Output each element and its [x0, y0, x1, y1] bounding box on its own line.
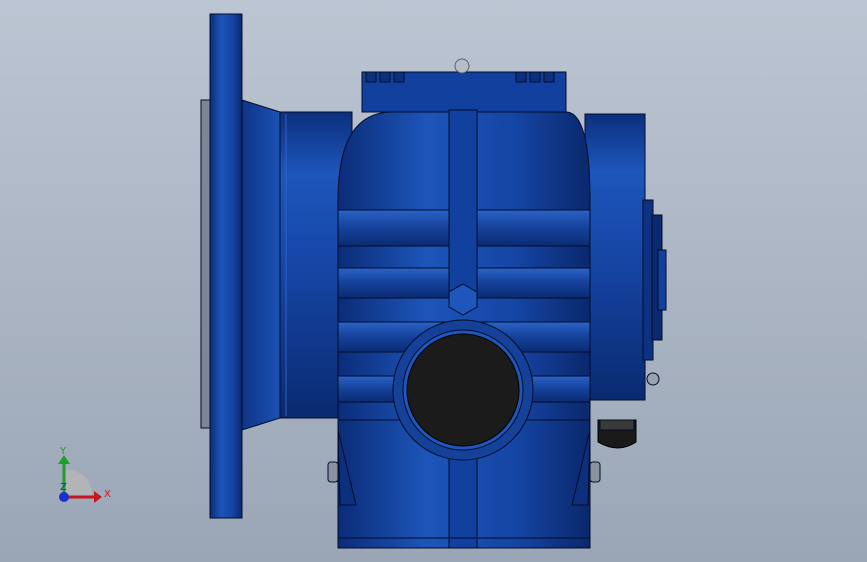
triad-z-axis [59, 492, 69, 502]
breather-plug [454, 58, 470, 74]
top-pad-bolt-left-3 [393, 71, 405, 83]
input-flange[interactable] [209, 13, 243, 519]
output-shaft-bore[interactable] [406, 333, 520, 447]
right-shaft-stub [657, 249, 667, 311]
flange-adapter-cone [241, 99, 281, 431]
right-cover[interactable] [584, 113, 646, 401]
top-pad-bolt-right-1 [515, 71, 527, 83]
right-bolt [646, 372, 660, 386]
top-pad-bolt-right-3 [543, 71, 555, 83]
triad-z-label: Z [60, 482, 67, 493]
top-pad-bolt-left-2 [379, 71, 391, 83]
foot-right-bolt [589, 461, 601, 483]
housing-vertical-rib [448, 109, 478, 297]
triad-x-label: X [104, 489, 111, 500]
foot-left-bolt [327, 461, 339, 483]
top-pad-bolt-right-2 [529, 71, 541, 83]
triad-y-label: Y [59, 446, 67, 457]
3d-viewport[interactable]: Y X Z [0, 0, 867, 562]
drain-plug-cap [599, 419, 635, 431]
top-pad-bolt-left-1 [365, 71, 377, 83]
